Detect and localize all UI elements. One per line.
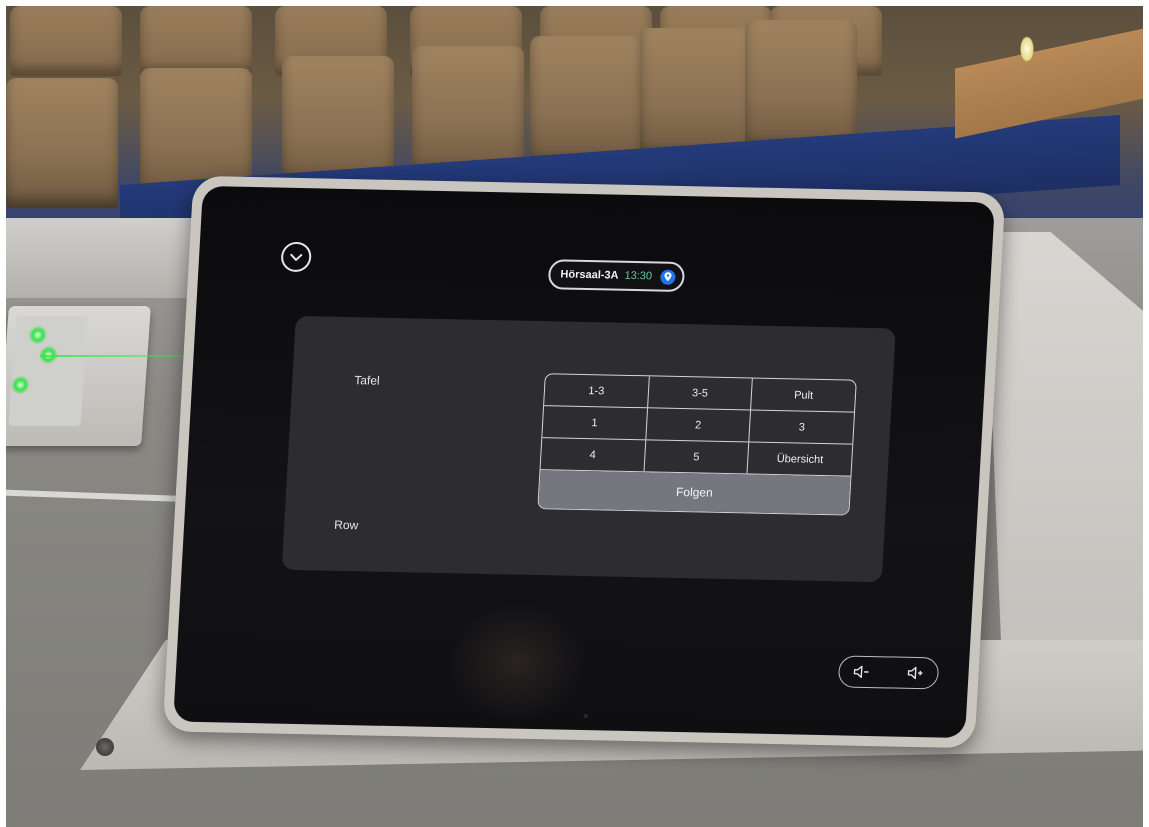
preset-button[interactable]: 2 xyxy=(645,408,752,442)
seat xyxy=(6,78,118,208)
preset-button[interactable]: 1-3 xyxy=(544,374,650,408)
image-border xyxy=(0,0,6,827)
location-pin-icon xyxy=(659,269,676,285)
wall-keypad xyxy=(0,306,151,446)
lamp xyxy=(1020,36,1034,62)
volume-down-button[interactable] xyxy=(851,662,872,682)
follow-button[interactable]: Folgen xyxy=(538,470,851,515)
preset-button[interactable]: Übersicht xyxy=(748,442,852,475)
seat xyxy=(140,6,252,76)
screen-reflection xyxy=(443,601,591,725)
camera-control-panel: Tafel Row 1-3 3-5 Pult 1 2 3 4 5 Übersic… xyxy=(281,315,896,583)
preset-button[interactable]: 4 xyxy=(540,438,646,472)
volume-up-icon xyxy=(907,666,923,680)
preset-button[interactable]: 3 xyxy=(750,410,854,443)
chevron-down-icon xyxy=(290,253,303,261)
camera-preset-grid: 1-3 3-5 Pult 1 2 3 4 5 Übersicht Folgen xyxy=(537,373,857,516)
preset-button[interactable]: 1 xyxy=(542,406,648,440)
seat xyxy=(10,6,122,76)
screw xyxy=(96,738,114,756)
volume-down-icon xyxy=(853,665,869,679)
image-border xyxy=(1143,0,1149,827)
volume-control xyxy=(837,655,940,690)
collapse-button[interactable] xyxy=(280,241,313,273)
preset-group-label: Tafel xyxy=(353,373,381,388)
seat xyxy=(530,36,642,166)
keypad-face xyxy=(8,316,89,426)
row-label: Row xyxy=(333,517,359,533)
front-camera xyxy=(583,714,588,719)
touch-panel: Hörsaal-3A 13:30 Tafel Row 1-3 3-5 Pult … xyxy=(162,175,1006,749)
image-border xyxy=(0,0,1149,6)
seat xyxy=(745,20,857,150)
preset-button[interactable]: 3-5 xyxy=(647,376,754,410)
seat xyxy=(412,46,524,176)
volume-up-button[interactable] xyxy=(905,663,926,683)
touch-screen: Hörsaal-3A 13:30 Tafel Row 1-3 3-5 Pult … xyxy=(173,185,995,739)
preset-button[interactable]: Pult xyxy=(751,379,855,412)
room-status-pill[interactable]: Hörsaal-3A 13:30 xyxy=(547,259,686,293)
seat xyxy=(640,28,752,158)
clock: 13:30 xyxy=(624,269,653,283)
preset-button[interactable]: 5 xyxy=(644,440,750,474)
room-name: Hörsaal-3A xyxy=(560,268,619,282)
